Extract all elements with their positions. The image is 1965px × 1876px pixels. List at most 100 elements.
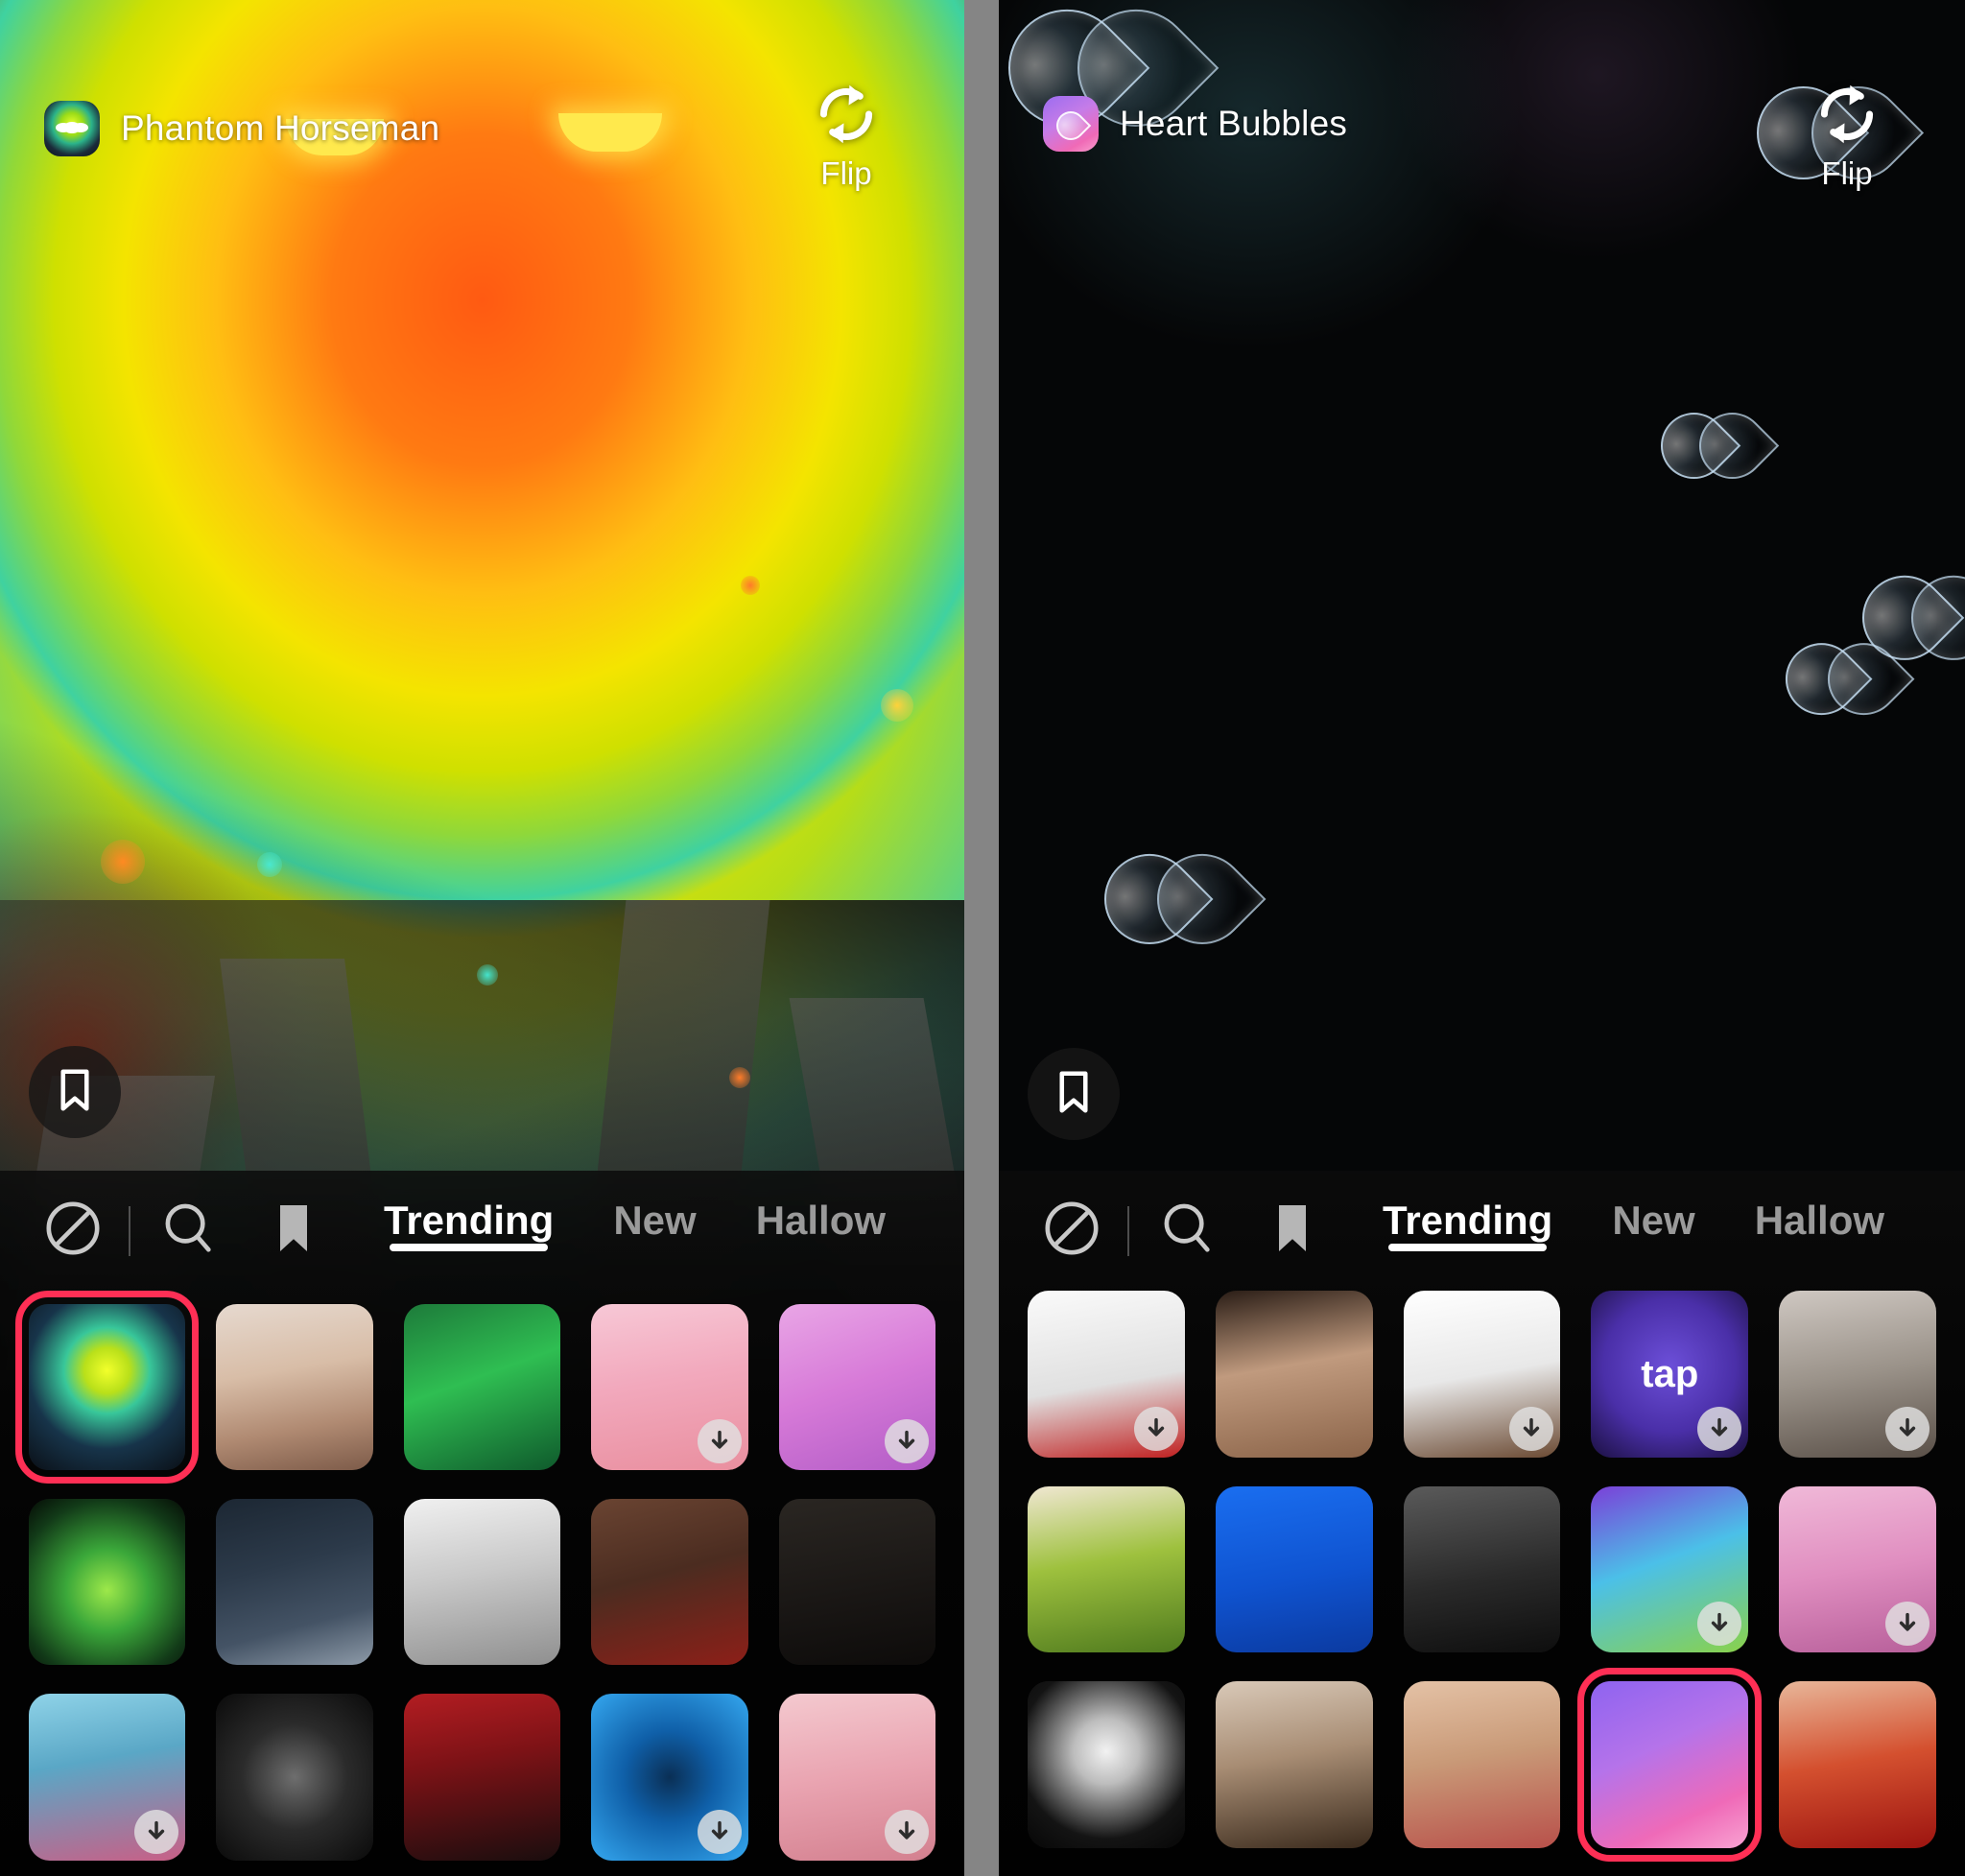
flip-camera-icon [807,79,886,150]
effect-tile[interactable] [778,1499,935,1666]
saved-effects-button-left[interactable] [253,1191,334,1271]
ember-particle [741,576,760,595]
effect-thumbnail-pink-house [1215,1485,1373,1653]
effect-toolbar-left: Trending New Hallow [0,1171,964,1291]
tab-halloween-left[interactable]: Hallow [756,1171,886,1244]
ember-particle [477,964,498,985]
search-effects-button-left[interactable] [148,1191,228,1271]
ember-particle [881,689,913,722]
effect-tile[interactable] [1403,1485,1561,1653]
effect-picker-sheet-right: Trending New Hallow taptap [999,1171,1965,1876]
flip-camera-label: Flip [820,155,872,191]
effect-tile[interactable] [1779,1291,1936,1458]
current-effect-badge[interactable]: Heart Bubbles [1043,96,1347,152]
effect-category-tabs-left: Trending New Hallow [384,1171,886,1291]
bookmark-icon [271,1200,317,1261]
effect-tile[interactable] [1028,1291,1185,1458]
tab-label: New [1612,1198,1695,1243]
effect-tile[interactable]: tap [1591,1291,1749,1458]
download-effect-icon[interactable] [697,1419,742,1464]
bookmark-icon [1054,1068,1094,1121]
no-effect-icon [1042,1199,1101,1263]
effect-thumbnail-ghostface [1028,1681,1185,1848]
bookmark-icon [1269,1200,1315,1261]
download-effect-icon[interactable] [1697,1406,1742,1451]
effect-tile[interactable] [591,1694,748,1861]
tab-label: Hallow [1754,1198,1885,1243]
effect-tile[interactable] [1215,1681,1373,1848]
download-effect-icon[interactable] [134,1809,179,1854]
flip-camera-button[interactable]: Flip [1785,79,1909,192]
favorite-effect-button-right[interactable] [1028,1048,1120,1140]
download-effect-icon[interactable] [884,1809,929,1854]
effect-thumbnail-grin-mask [403,1499,561,1666]
effect-thumbnail-smudged-lips [1403,1681,1561,1848]
download-effect-icon[interactable] [1885,1602,1929,1647]
download-effect-icon[interactable] [884,1419,929,1464]
effect-thumbnail-portrait-girl [216,1304,373,1471]
saved-effects-button-right[interactable] [1252,1191,1333,1271]
effect-tile[interactable] [1215,1485,1373,1653]
ember-particle [729,1067,750,1088]
favorite-effect-button-left[interactable] [29,1046,121,1138]
effect-tile[interactable] [778,1694,935,1861]
search-effects-button-right[interactable] [1147,1191,1227,1271]
tab-label: Hallow [755,1198,887,1243]
tab-new-right[interactable]: New [1612,1171,1694,1244]
effect-tile[interactable] [14,1290,200,1484]
effect-thumbnail-smiley-shadow [216,1694,373,1861]
effect-tile[interactable] [403,1304,561,1471]
toolbar-divider [1127,1205,1129,1256]
flip-camera-button[interactable]: Flip [784,79,909,192]
effect-tile[interactable] [778,1304,935,1471]
effect-thumbnail-michael-mask [778,1499,935,1666]
effect-tile[interactable] [1779,1485,1936,1653]
effect-tile[interactable] [591,1304,748,1471]
search-icon [158,1199,218,1263]
tab-label: New [613,1198,697,1243]
download-effect-icon[interactable] [1885,1406,1929,1451]
effect-tile[interactable] [403,1499,561,1666]
effect-thumbnail-ghost-diver [403,1304,561,1471]
effect-tile[interactable] [1403,1291,1561,1458]
download-effect-icon[interactable] [697,1809,742,1854]
tab-trending-left[interactable]: Trending [384,1171,554,1251]
effect-tile[interactable] [1403,1681,1561,1848]
download-effect-icon[interactable] [1509,1406,1554,1451]
heart-bubbles-thumb-icon [1043,96,1099,152]
effect-tile[interactable] [1028,1485,1185,1653]
clear-effect-button-right[interactable] [1031,1191,1112,1271]
tab-new-left[interactable]: New [613,1171,696,1244]
panel-divider [964,0,999,1876]
flip-camera-label: Flip [1821,155,1873,191]
clear-effect-button-left[interactable] [33,1191,113,1271]
dual-phone-screenshot: Phantom Horseman Flip Trending New Hallo… [0,0,1965,1876]
effect-tile[interactable] [1779,1681,1936,1848]
effect-thumbnail-hollow-eyes [1215,1681,1373,1848]
tab-trending-right[interactable]: Trending [1383,1171,1552,1251]
effect-thumbnail-evil-clown [403,1694,561,1861]
tab-halloween-right[interactable]: Hallow [1755,1171,1884,1244]
download-effect-icon[interactable] [1133,1406,1178,1451]
flip-camera-icon [1808,79,1886,150]
effect-thumbnail-glow-body [29,1499,186,1666]
effect-tile[interactable] [29,1694,186,1861]
current-effect-name: Phantom Horseman [121,108,440,148]
effect-thumbnail-heart-bubbles [1591,1681,1749,1848]
effect-tile[interactable] [29,1499,186,1666]
effect-tile[interactable] [216,1694,373,1861]
effect-tile[interactable] [216,1499,373,1666]
effect-tile[interactable] [591,1499,748,1666]
effect-tile[interactable] [216,1304,373,1471]
left-phone-screen: Phantom Horseman Flip Trending New Hallo… [0,0,964,1876]
toolbar-divider [129,1205,130,1256]
effect-tile[interactable] [1577,1668,1763,1862]
current-effect-badge[interactable]: Phantom Horseman [44,101,439,156]
effect-tile[interactable] [1215,1291,1373,1458]
effect-tile[interactable] [403,1694,561,1861]
phantom-horseman-thumb-icon [44,101,100,156]
effect-tile[interactable] [1028,1681,1185,1848]
effect-category-tabs-right: Trending New Hallow [1383,1171,1884,1291]
ember-particle [101,840,145,884]
effect-tile[interactable] [1591,1485,1749,1653]
